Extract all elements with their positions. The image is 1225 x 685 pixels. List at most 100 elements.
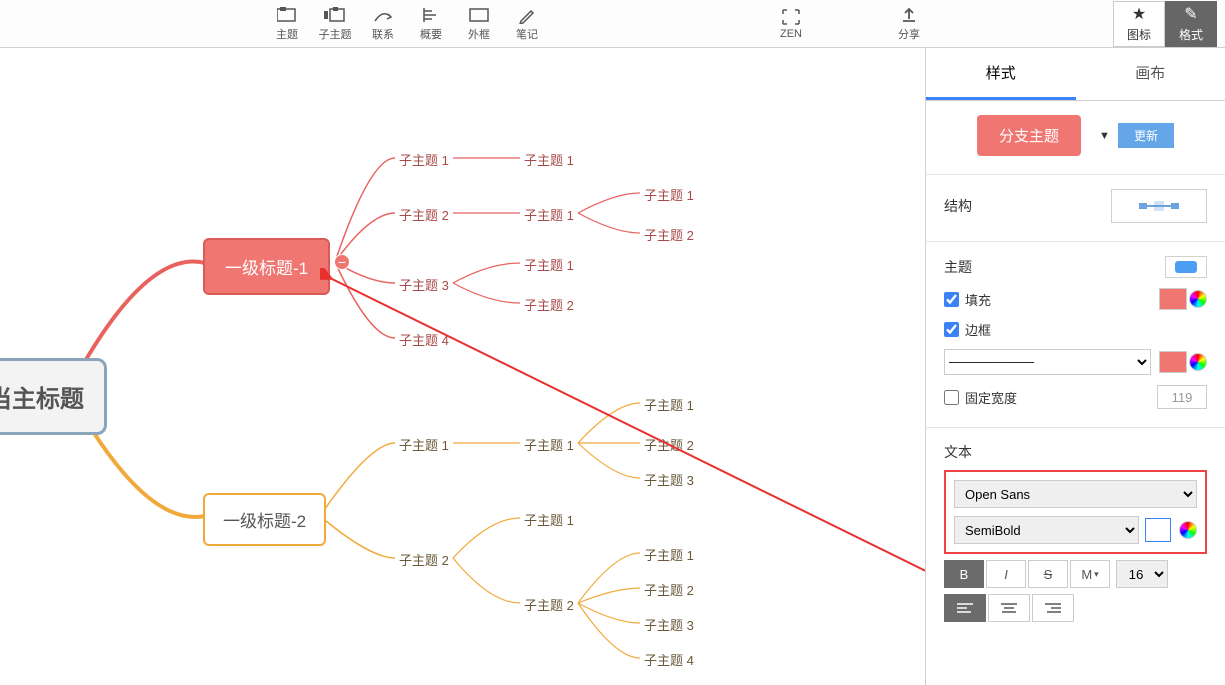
leaf-node[interactable]: 子主题 3 [640, 613, 698, 636]
panel-tab-canvas[interactable]: 画布 [1076, 48, 1225, 100]
leaf-node[interactable]: 子主题 4 [640, 648, 698, 671]
tab-format-button[interactable]: ✎ 格式 [1165, 1, 1217, 47]
caret-down-icon[interactable]: ▼ [1099, 130, 1110, 142]
note-button[interactable]: 笔记 [503, 1, 551, 47]
branch-node-2[interactable]: 一级标题-2 [203, 493, 326, 546]
share-icon [898, 6, 920, 24]
leaf-node[interactable]: 子主题 3 [395, 273, 453, 296]
font-weight-select[interactable]: SemiBold [954, 516, 1139, 544]
toolbar-right-group: ★ 图标 ✎ 格式 [1113, 1, 1217, 47]
leaf-node[interactable]: 子主题 2 [395, 548, 453, 571]
relation-button[interactable]: 联系 [359, 1, 407, 47]
leaf-node[interactable]: 子主题 1 [520, 203, 578, 226]
frame-button[interactable]: 外框 [455, 1, 503, 47]
leaf-node[interactable]: 子主题 1 [395, 433, 453, 456]
branch-topic-button[interactable]: 分支主题 [977, 115, 1081, 156]
italic-button[interactable]: I [986, 560, 1026, 588]
mindmap-canvas[interactable]: 当主标题 一级标题-1 − 子主题 1 子主题 2 子主题 3 子主题 4 子主… [0, 48, 925, 685]
leaf-node[interactable]: 子主题 1 [520, 148, 578, 171]
summary-button[interactable]: 概要 [407, 1, 455, 47]
tab-format-label: 格式 [1179, 26, 1203, 43]
summary-icon [420, 6, 442, 24]
leaf-node[interactable]: 子主题 1 [520, 253, 578, 276]
toolbar-left-group: 主题 子主题 联系 概要 外框 笔记 [263, 1, 551, 47]
relation-label: 联系 [372, 26, 394, 42]
section-appearance: 主题 填充 边框 ────────── [926, 242, 1225, 428]
zen-button[interactable]: ZEN [767, 1, 815, 47]
leaf-node[interactable]: 子主题 1 [520, 508, 578, 531]
leaf-node[interactable]: 子主题 2 [640, 223, 698, 246]
zen-label: ZEN [780, 28, 802, 40]
tab-icon-label: 图标 [1127, 26, 1151, 43]
text-align-row [944, 594, 1207, 622]
topic-label: 主题 [276, 26, 298, 42]
bold-button[interactable]: B [944, 560, 984, 588]
format-panel: 样式 画布 分支主题 ▼ 更新 结构 主题 填充 [925, 48, 1225, 685]
leaf-node[interactable]: 子主题 2 [520, 293, 578, 316]
border-checkbox[interactable]: 边框 [944, 320, 991, 339]
note-icon [516, 6, 538, 24]
root-node[interactable]: 当主标题 [0, 358, 107, 435]
summary-label: 概要 [420, 26, 442, 42]
border-style-select[interactable]: ────────── [944, 349, 1151, 375]
strike-button[interactable]: S [1028, 560, 1068, 588]
fixed-width-label: 固定宽度 [965, 388, 1017, 407]
leaf-node[interactable]: 子主题 1 [395, 148, 453, 171]
leaf-node[interactable]: 子主题 2 [520, 593, 578, 616]
top-toolbar: 主题 子主题 联系 概要 外框 笔记 ZEN 分享 [0, 0, 1225, 48]
fill-checkbox[interactable]: 填充 [944, 290, 991, 309]
border-checkbox-input[interactable] [944, 322, 959, 337]
structure-selector[interactable] [1111, 189, 1207, 223]
subtopic-label: 子主题 [319, 26, 352, 42]
subtopic-button[interactable]: 子主题 [311, 1, 359, 47]
fixed-width-input[interactable] [1157, 385, 1207, 409]
border-label: 边框 [965, 320, 991, 339]
leaf-node[interactable]: 子主题 1 [640, 543, 698, 566]
relation-icon [372, 6, 394, 24]
zen-icon [780, 8, 802, 26]
fill-color-picker-icon[interactable] [1189, 290, 1207, 308]
align-right-button[interactable] [1032, 594, 1074, 622]
text-color-swatch[interactable] [1145, 518, 1171, 542]
tab-icon-button[interactable]: ★ 图标 [1113, 1, 1165, 47]
share-button[interactable]: 分享 [885, 1, 933, 47]
fill-checkbox-input[interactable] [944, 292, 959, 307]
font-family-select[interactable]: Open Sans [954, 480, 1197, 508]
fixed-width-checkbox-input[interactable] [944, 390, 959, 405]
leaf-node[interactable]: 子主题 1 [640, 393, 698, 416]
align-left-button[interactable] [944, 594, 986, 622]
border-color-picker-icon[interactable] [1189, 353, 1207, 371]
text-format-row: B I S M▾ 16 [944, 560, 1207, 588]
frame-icon [468, 6, 490, 24]
share-label: 分享 [898, 26, 920, 42]
text-color-picker-icon[interactable] [1179, 521, 1197, 539]
theme-selector[interactable] [1165, 256, 1207, 278]
align-center-button[interactable] [988, 594, 1030, 622]
text-label: 文本 [944, 442, 1207, 462]
panel-tabs: 样式 画布 [926, 48, 1225, 101]
fill-color-swatch[interactable] [1159, 288, 1187, 310]
caps-button[interactable]: M▾ [1070, 560, 1110, 588]
leaf-node[interactable]: 子主题 2 [640, 433, 698, 456]
section-structure: 结构 [926, 175, 1225, 242]
toolbar-center-group: ZEN 分享 [767, 1, 933, 47]
leaf-node[interactable]: 子主题 1 [520, 433, 578, 456]
branch-node-1[interactable]: 一级标题-1 [203, 238, 330, 295]
topic-button[interactable]: 主题 [263, 1, 311, 47]
text-settings-highlight: Open Sans SemiBold [944, 470, 1207, 554]
font-size-select[interactable]: 16 [1116, 560, 1168, 588]
panel-tab-style[interactable]: 样式 [926, 48, 1076, 100]
leaf-node[interactable]: 子主题 2 [395, 203, 453, 226]
leaf-node[interactable]: 子主题 2 [640, 578, 698, 601]
leaf-node[interactable]: 子主题 1 [640, 183, 698, 206]
leaf-node[interactable]: 子主题 3 [640, 468, 698, 491]
collapse-toggle[interactable]: − [334, 254, 350, 270]
leaf-node[interactable]: 子主题 4 [395, 328, 453, 351]
section-topic-type: 分支主题 ▼ 更新 [926, 101, 1225, 175]
border-color-swatch[interactable] [1159, 351, 1187, 373]
update-button[interactable]: 更新 [1118, 123, 1174, 148]
theme-label: 主题 [944, 257, 972, 277]
fixed-width-checkbox[interactable]: 固定宽度 [944, 388, 1017, 407]
structure-label: 结构 [944, 196, 972, 216]
subtopic-icon [324, 6, 346, 24]
